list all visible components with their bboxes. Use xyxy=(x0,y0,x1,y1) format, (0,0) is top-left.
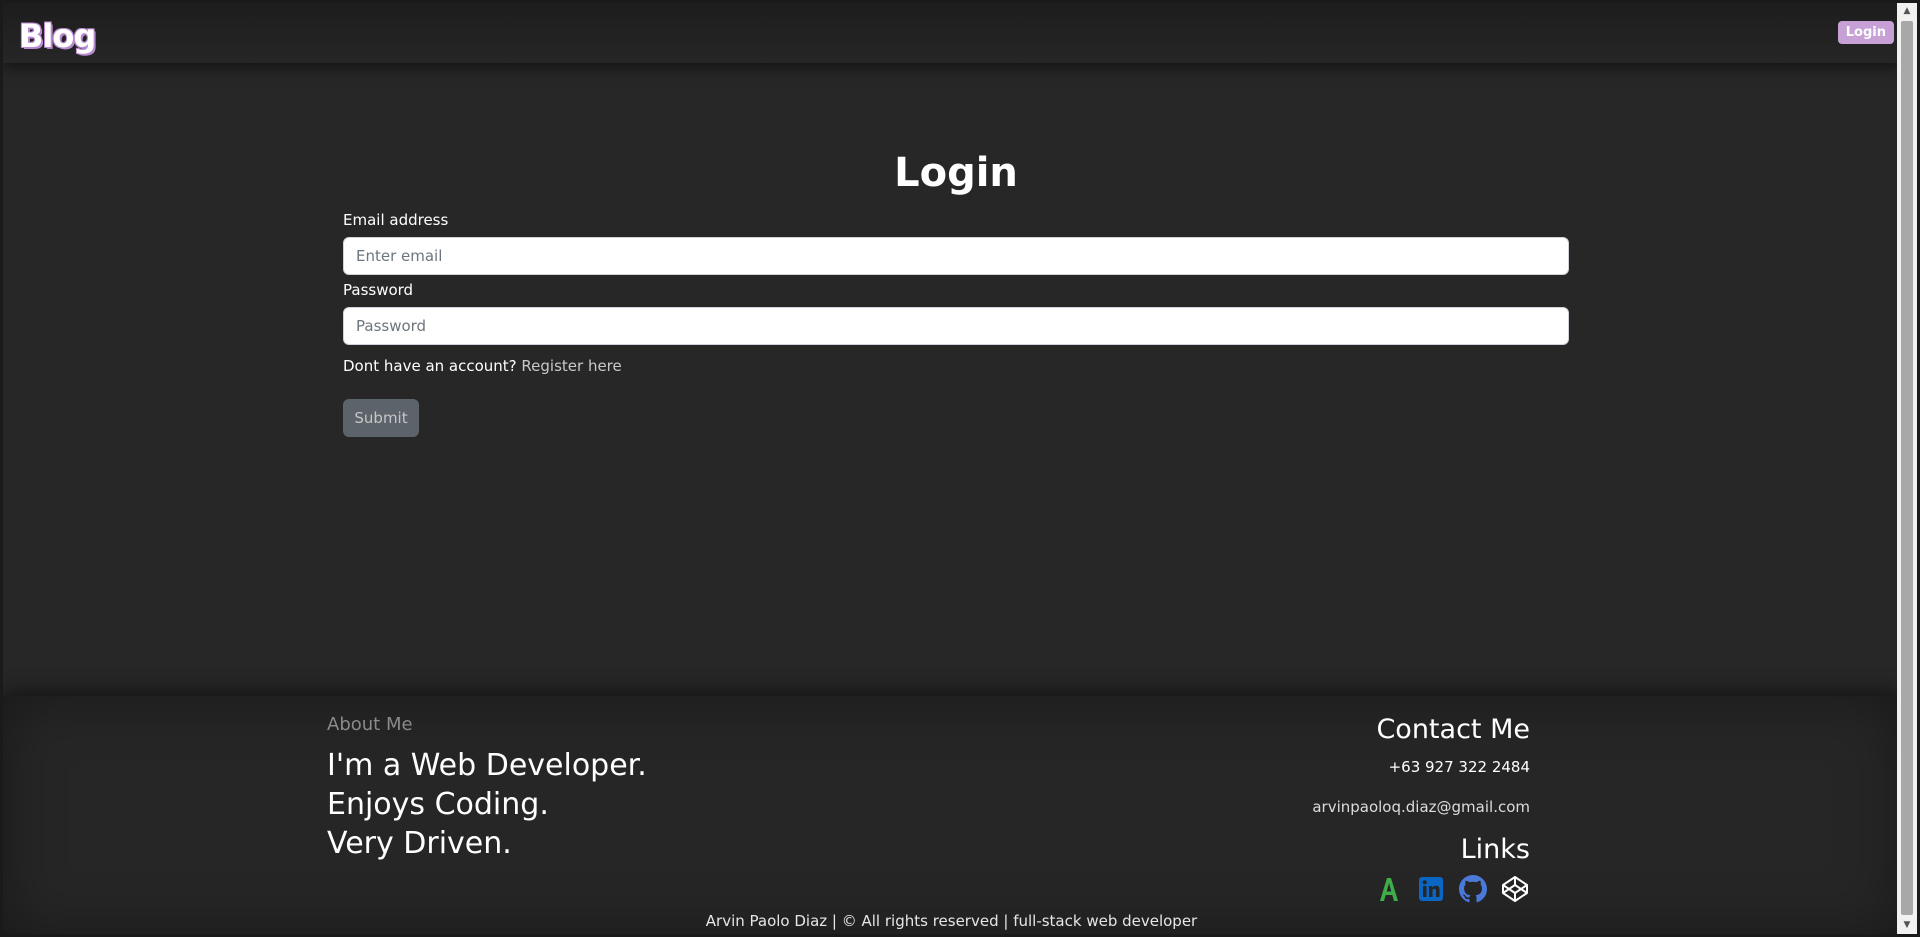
register-link[interactable]: Register here xyxy=(521,357,621,375)
about-line: Very Driven. xyxy=(327,826,512,861)
contact-heading: Contact Me xyxy=(1376,714,1530,745)
copyright-text: Arvin Paolo Diaz | © All rights reserved… xyxy=(705,912,1198,930)
password-label: Password xyxy=(343,281,414,299)
brand-logo[interactable]: Blog xyxy=(19,17,96,55)
scroll-up-arrow-icon[interactable]: ▲ xyxy=(1897,3,1917,20)
browser-viewport: Blog Login Login Email address Enter ema… xyxy=(0,0,1920,937)
contact-email[interactable]: arvinpaoloq.diaz@gmail.com xyxy=(1312,798,1530,816)
footer: About Me I'm a Web Developer. Enjoys Cod… xyxy=(3,696,1900,934)
about-heading: About Me xyxy=(327,714,413,735)
vertical-scrollbar[interactable]: ▲ ▼ xyxy=(1897,3,1917,934)
about-line: Enjoys Coding. xyxy=(327,787,549,822)
submit-button[interactable]: Submit xyxy=(343,399,419,437)
no-account-text: Dont have an account? xyxy=(343,357,522,375)
scroll-thumb[interactable] xyxy=(1901,21,1913,915)
nav-login-button[interactable]: Login xyxy=(1837,21,1894,44)
password-input[interactable]: Password xyxy=(343,307,1569,345)
github-icon[interactable] xyxy=(1458,874,1488,904)
contact-phone: +63 927 322 2484 xyxy=(1388,758,1530,776)
linkedin-icon[interactable] xyxy=(1416,874,1446,904)
login-form: Login Email address Enter email Password… xyxy=(343,63,1569,437)
email-input[interactable]: Enter email xyxy=(343,237,1569,275)
about-text: I'm a Web Developer. Enjoys Coding. Very… xyxy=(327,746,647,863)
navbar: Blog Login xyxy=(3,3,1900,63)
register-prompt: Dont have an account? Register here xyxy=(343,357,1569,377)
social-links xyxy=(1374,874,1530,904)
font-a-icon[interactable] xyxy=(1374,874,1404,904)
page-title: Login xyxy=(894,150,1018,196)
codepen-icon[interactable] xyxy=(1500,874,1530,904)
scroll-down-arrow-icon[interactable]: ▼ xyxy=(1897,917,1917,934)
email-label: Email address xyxy=(343,211,449,229)
about-line: I'm a Web Developer. xyxy=(327,748,647,783)
links-heading: Links xyxy=(1460,834,1530,865)
